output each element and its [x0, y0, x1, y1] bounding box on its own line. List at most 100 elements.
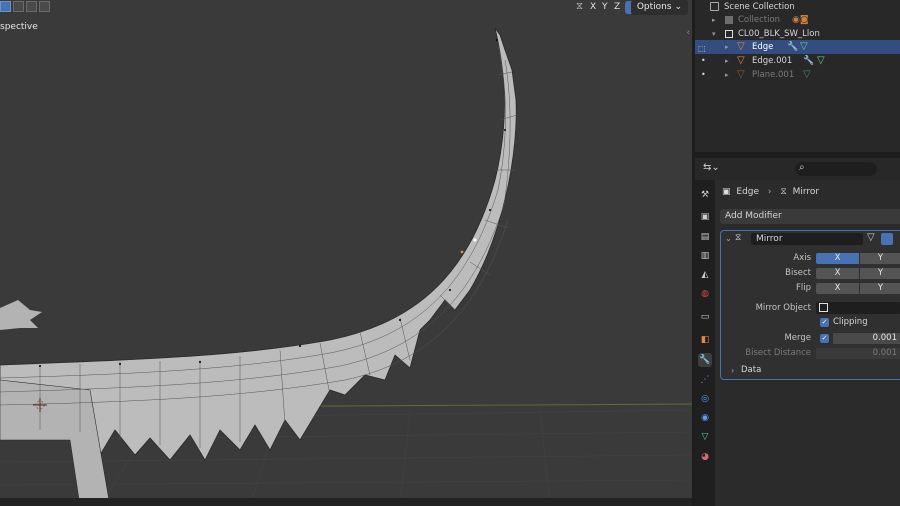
- axis-x-toggle[interactable]: X: [816, 253, 859, 264]
- viewport-footer: [0, 498, 692, 506]
- properties-editor: ⇆⌄ ⌕ ⚒ ▣ ▤ ▥ ◭ ◍ ▭ ◧ 🔧 ⋰ ◎ ◉ ▽ ◕ ▣ Edge …: [695, 158, 900, 506]
- bisect-x-toggle[interactable]: X: [816, 268, 859, 279]
- 3d-viewport[interactable]: ⧖ X Y Z Options ⌄ spective ‹: [0, 0, 692, 506]
- collection-box-icon: [710, 2, 719, 11]
- merge-distance-field[interactable]: 0.001: [833, 333, 900, 344]
- dot-icon: •: [701, 70, 706, 79]
- render-tab-icon[interactable]: ▣: [698, 210, 712, 224]
- bisect-distance-field[interactable]: 0.001: [816, 348, 900, 359]
- add-modifier-button[interactable]: Add Modifier: [720, 209, 900, 224]
- breadcrumb-object: Edge: [736, 187, 760, 197]
- edit-mode-toggle-icon[interactable]: [881, 233, 893, 245]
- world-tab-icon[interactable]: ◍: [698, 287, 712, 301]
- expand-arrow-icon[interactable]: ▸: [725, 54, 729, 68]
- modifier-tab-icon[interactable]: 🔧: [698, 353, 712, 367]
- breadcrumb-separator-icon: ›: [767, 187, 772, 197]
- outliner-item-collection[interactable]: ▸ Collection ◉◙: [695, 13, 900, 27]
- flip-label: Flip: [795, 283, 811, 293]
- viewport-header: ⧖ X Y Z Options ⌄: [0, 0, 692, 16]
- expand-chevron-icon[interactable]: ›: [731, 366, 734, 375]
- options-dropdown[interactable]: Options ⌄: [630, 0, 688, 15]
- expand-arrow-icon[interactable]: ▸: [712, 13, 716, 27]
- mirror-object-field[interactable]: [816, 302, 900, 314]
- bisect-distance-label: Bisect Distance: [745, 348, 811, 358]
- outliner-item-label: Plane.001: [752, 70, 795, 80]
- data-tab-icon[interactable]: ▽: [698, 430, 712, 444]
- material-tab-icon[interactable]: ◕: [698, 450, 712, 464]
- dot-icon: •: [701, 56, 706, 65]
- properties-header: ⇆⌄ ⌕: [695, 158, 900, 180]
- mesh-data-icon: ▽: [817, 55, 825, 66]
- mirror-icon: ⧖: [780, 187, 787, 197]
- modifier-wrench-icon: 🔧: [803, 56, 815, 66]
- bisect-label: Bisect: [785, 268, 811, 278]
- mesh-data-icon: ▽: [803, 69, 811, 80]
- edit-cage-icon[interactable]: ▽: [867, 232, 875, 243]
- outliner-item-label: Edge.001: [752, 56, 793, 66]
- editor-type-icon[interactable]: ⇆⌄: [703, 162, 720, 173]
- collection-tab-icon[interactable]: ▭: [698, 310, 712, 324]
- tail-mesh: [0, 27, 518, 506]
- expand-arrow-icon[interactable]: ▸: [725, 68, 729, 82]
- modifier-name-field[interactable]: Mirror: [751, 233, 863, 245]
- object-tab-icon[interactable]: ◧: [698, 333, 712, 347]
- outliner-scene-collection[interactable]: Scene Collection: [695, 0, 900, 14]
- mesh-object-icon: ▽: [737, 69, 745, 80]
- object-icon: ▣: [722, 187, 731, 197]
- mirror-axis-icon: ⧖: [576, 1, 584, 12]
- mesh-data-icon: ▽: [800, 41, 808, 52]
- axis-y-toggle[interactable]: Y: [860, 253, 900, 264]
- scene-tab-icon[interactable]: ◭: [698, 268, 712, 282]
- clipping-checkbox[interactable]: ✓: [820, 318, 829, 327]
- edge-select-icon[interactable]: [13, 1, 24, 12]
- properties-tabs: ⚒ ▣ ▤ ▥ ◭ ◍ ▭ ◧ 🔧 ⋰ ◎ ◉ ▽ ◕: [695, 180, 715, 506]
- search-icon: ⌕: [799, 162, 805, 173]
- mirror-modifier-panel: ⌄ ⧖ Mirror ▽ Axis X Y Bisect X Y Flip X …: [720, 230, 900, 380]
- outliner-item-plane-001[interactable]: • ▸ ▽ Plane.001 ▽: [695, 68, 900, 82]
- particles-tab-icon[interactable]: ⋰: [698, 373, 712, 387]
- face-select-icon[interactable]: [26, 1, 37, 12]
- mesh-object-icon: ▽: [737, 55, 745, 66]
- modifier-wrench-icon: 🔧: [787, 42, 799, 52]
- flip-x-toggle[interactable]: X: [816, 283, 859, 294]
- breadcrumb: ▣ Edge › ⧖ Mirror: [722, 186, 819, 198]
- mirror-x-button[interactable]: X: [587, 1, 599, 14]
- outliner-item-cl00[interactable]: ▾ CL00_BLK_SW_Llon: [695, 27, 900, 41]
- expand-arrow-icon[interactable]: ▸: [725, 40, 729, 54]
- options-label: Options: [636, 2, 672, 12]
- physics-tab-icon[interactable]: ◎: [698, 392, 712, 406]
- sidebar-toggle-icon[interactable]: ‹: [686, 28, 690, 38]
- flip-y-toggle[interactable]: Y: [860, 283, 900, 294]
- object-picker-icon: [819, 303, 828, 312]
- outliner-item-label: CL00_BLK_SW_Llon: [738, 29, 820, 39]
- outliner-item-edge[interactable]: ⬚ ▸ ▽ Edge 🔧 ▽: [695, 40, 900, 54]
- breadcrumb-modifier: Mirror: [792, 187, 820, 197]
- collapse-arrow-icon[interactable]: ▾: [712, 27, 716, 41]
- scene-collection-label: Scene Collection: [724, 2, 795, 12]
- tool-tab-icon[interactable]: ⚒: [698, 188, 712, 202]
- view-title: spective: [0, 22, 38, 32]
- search-input[interactable]: [795, 162, 877, 176]
- axis-label: Axis: [793, 253, 811, 263]
- chevron-down-icon: ⌄: [674, 2, 682, 12]
- mirror-z-button[interactable]: Z: [611, 1, 623, 14]
- mirror-y-button[interactable]: Y: [599, 1, 611, 14]
- viewport-canvas[interactable]: [0, 0, 692, 506]
- outliner-item-label: Collection: [738, 15, 781, 25]
- collection-icon: [725, 16, 733, 24]
- data-subpanel-label[interactable]: Data: [741, 365, 761, 375]
- collapse-chevron-icon[interactable]: ⌄: [725, 234, 732, 243]
- outliner: Scene Collection ▸ Collection ◉◙ ▾ CL00_…: [695, 0, 900, 152]
- mesh-object-icon: ▽: [737, 41, 745, 52]
- outliner-item-edge-001[interactable]: • ▸ ▽ Edge.001 🔧 ▽: [695, 54, 900, 68]
- constraints-tab-icon[interactable]: ◉: [698, 411, 712, 425]
- merge-checkbox[interactable]: ✓: [820, 334, 829, 343]
- vertex-select-icon[interactable]: [0, 1, 11, 12]
- merge-label: Merge: [784, 333, 811, 343]
- output-tab-icon[interactable]: ▤: [698, 230, 712, 244]
- outliner-item-label: Edge: [752, 42, 774, 52]
- view-layer-tab-icon[interactable]: ▥: [698, 249, 712, 263]
- bisect-y-toggle[interactable]: Y: [860, 268, 900, 279]
- select-mode-icon[interactable]: [39, 1, 50, 12]
- collection-icon: [725, 30, 733, 38]
